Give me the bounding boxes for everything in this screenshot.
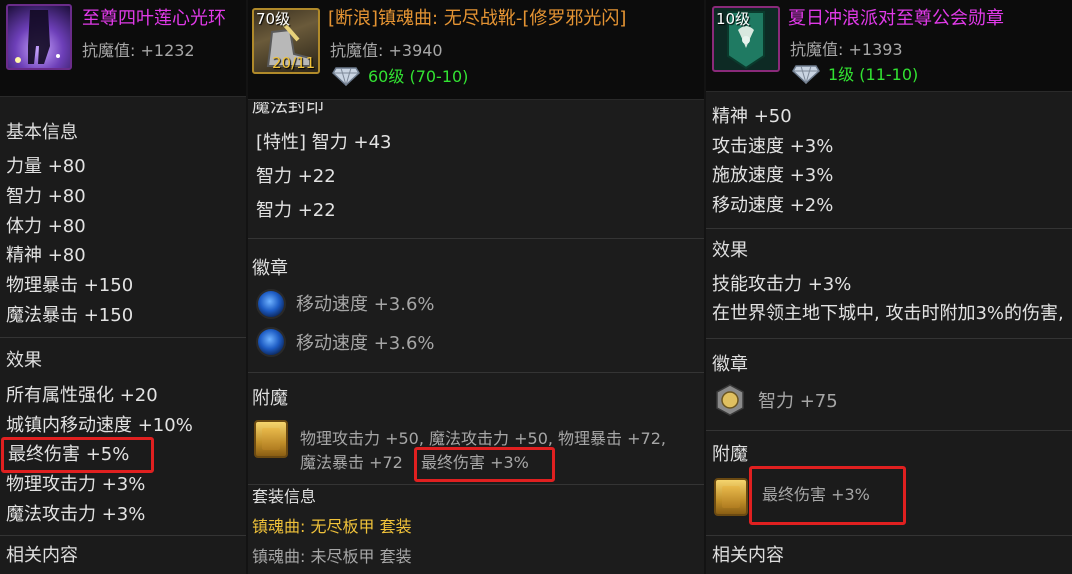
enchant-card-icon	[714, 478, 748, 516]
item-level-badge: 10级	[716, 10, 751, 28]
effect-line: 技能攻击力 +3%	[712, 274, 852, 295]
highlight-box	[1, 437, 154, 473]
highlight-box	[749, 466, 906, 525]
stat-line: 精神 +80	[6, 245, 86, 266]
emblem-line: 移动速度 +3.6%	[296, 294, 435, 315]
divider	[0, 535, 246, 536]
stat-line: 精神 +50	[712, 106, 792, 127]
stat-line: 攻击速度 +3%	[712, 136, 834, 157]
diamond-icon	[332, 66, 360, 86]
divider	[248, 484, 706, 485]
section-header-related: 相关内容	[712, 545, 784, 566]
stat-line: 魔法暴击 +150	[6, 305, 134, 326]
section-header-emblem: 徽章	[712, 354, 748, 375]
section-header-set: 套装信息	[252, 487, 317, 506]
divider	[0, 337, 246, 338]
section-header-enchant: 附魔	[712, 444, 748, 465]
stat-line: 智力 +80	[6, 186, 86, 207]
stat-line: 力量 +80	[6, 156, 86, 177]
blue-emblem-icon	[256, 327, 286, 357]
section-header-enchant: 附魔	[252, 388, 288, 409]
emblem-line: 移动速度 +3.6%	[296, 333, 435, 354]
effect-line: 在世界领主地下城中, 攻击时附加3%的伤害,	[712, 303, 1064, 324]
enchant-line: 魔法暴击 +72	[300, 453, 403, 472]
effect-line: 城镇内移动速度 +10%	[6, 415, 193, 436]
resist-value: 抗魔值: +1393	[790, 40, 903, 59]
effect-line: 魔法攻击力 +3%	[6, 504, 146, 525]
stat-line: 体力 +80	[6, 216, 86, 237]
seal-line: 智力 +22	[256, 166, 336, 187]
item-title: 夏日冲浪派对至尊公会勋章	[788, 8, 1004, 29]
stat-line: 移动速度 +2%	[712, 195, 834, 216]
emblem-line: 智力 +75	[758, 391, 838, 412]
section-header-effect: 效果	[712, 240, 748, 261]
stat-line: 物理暴击 +150	[6, 275, 134, 296]
divider	[706, 535, 1072, 536]
item-tooltip-medal: 10级 夏日冲浪派对至尊公会勋章 抗魔值: +1393 1级 (11-10) 精…	[704, 0, 1072, 574]
blue-emblem-icon	[256, 289, 286, 319]
section-header-effect: 效果	[6, 350, 42, 371]
effect-line: 所有属性强化 +20	[6, 385, 158, 406]
diamond-icon	[792, 64, 820, 84]
highlight-box	[414, 447, 555, 482]
item-tooltip-aura: 至尊四叶莲心光环 抗魔值: +1232 基本信息 力量 +80 智力 +80 体…	[0, 0, 246, 574]
divider	[706, 430, 1072, 431]
aura-item-icon	[6, 4, 72, 70]
gem-level: 60级 (70-10)	[368, 67, 469, 86]
divider	[706, 338, 1072, 339]
divider	[248, 238, 706, 239]
effect-line: 物理攻击力 +3%	[6, 474, 146, 495]
section-header-related: 相关内容	[6, 545, 78, 566]
set-name-active[interactable]: 镇魂曲: 无尽板甲 套装	[252, 516, 412, 538]
resist-value: 抗魔值: +3940	[330, 41, 443, 60]
set-name-inactive[interactable]: 镇魂曲: 未尽板甲 套装	[252, 546, 412, 568]
section-header-emblem: 徽章	[252, 258, 288, 279]
resist-value: 抗魔值: +1232	[82, 41, 195, 60]
seal-line: 智力 +22	[256, 200, 336, 221]
enchant-card-icon	[254, 420, 288, 458]
item-level-badge: 70级	[256, 10, 291, 28]
item-count-badge: 20/11	[272, 54, 316, 72]
gold-emblem-icon	[714, 384, 746, 416]
divider	[706, 228, 1072, 229]
seal-line: [特性] 智力 +43	[256, 132, 392, 153]
item-title: 至尊四叶莲心光环	[82, 8, 226, 29]
stat-line: 施放速度 +3%	[712, 165, 834, 186]
item-title: [断浪]镇魂曲: 无尽战靴-[修罗邪光闪]	[328, 8, 627, 29]
gem-level: 1级 (11-10)	[828, 65, 919, 84]
item-tooltip-boots: 魔法封印 70级 20/11 [断浪]镇魂曲: 无尽战靴-[修罗邪光闪] 抗魔值…	[246, 0, 706, 574]
section-header-basic: 基本信息	[6, 122, 78, 143]
divider	[248, 372, 706, 373]
